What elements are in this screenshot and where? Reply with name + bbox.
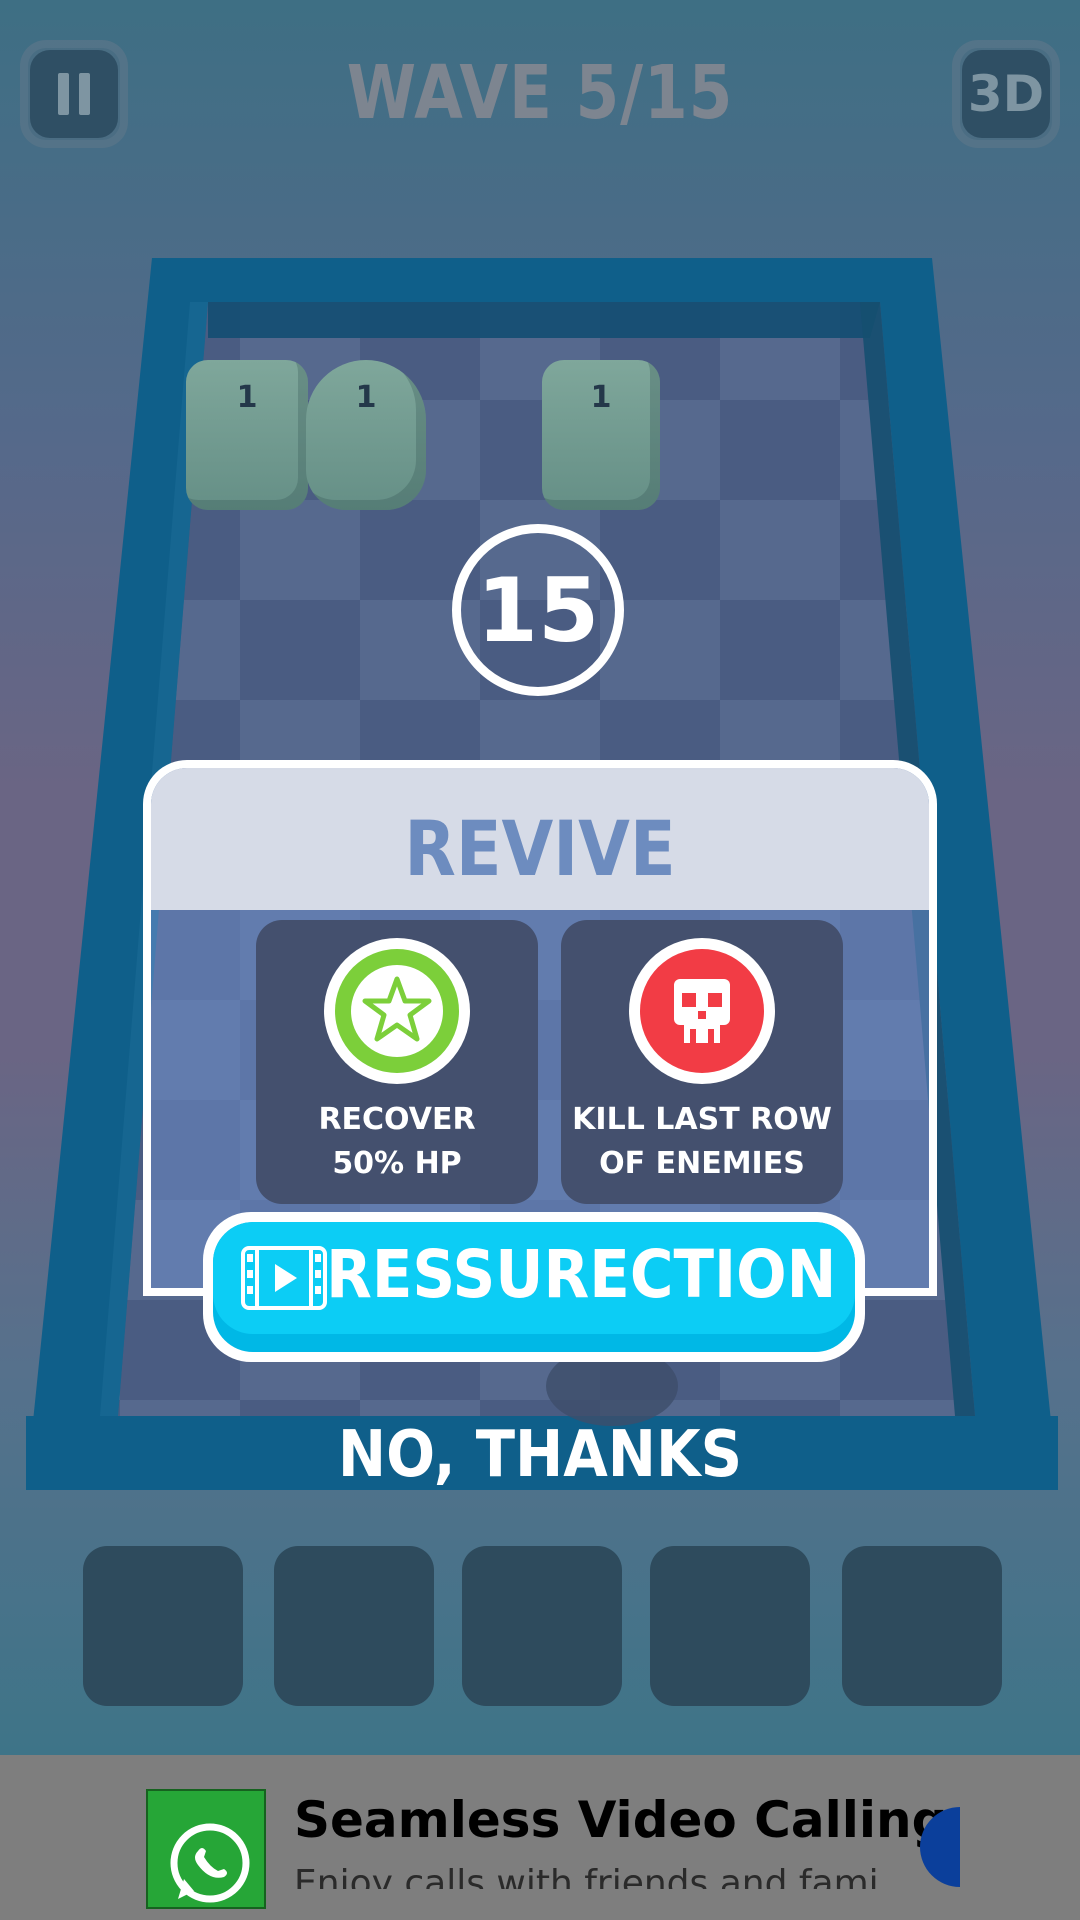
enemy-block: 1 bbox=[306, 360, 426, 510]
ad-banner[interactable]: Seamless Video Calling Enjoy calls with … bbox=[0, 1755, 1080, 1920]
inventory-slot[interactable] bbox=[83, 1546, 243, 1706]
wave-counter: WAVE 5/15 bbox=[346, 50, 734, 136]
inventory-slot[interactable] bbox=[842, 1546, 1002, 1706]
ad-title: Seamless Video Calling bbox=[294, 1791, 948, 1849]
no-thanks-button[interactable]: NO, THANKS bbox=[54, 1418, 1026, 1492]
view-toggle-label: 3D bbox=[962, 50, 1050, 138]
skull-badge bbox=[629, 938, 775, 1084]
revive-title: REVIVE bbox=[404, 804, 676, 893]
star-icon bbox=[335, 949, 459, 1073]
enemy-hp: 1 bbox=[355, 380, 377, 415]
option-label: RECOVER bbox=[318, 1102, 476, 1137]
option-label: OF ENEMIES bbox=[599, 1146, 805, 1181]
option-label: 50% HP bbox=[332, 1146, 462, 1181]
resurrection-label: RESSURECTION bbox=[326, 1236, 837, 1313]
view-toggle-button[interactable]: 3D bbox=[952, 40, 1060, 148]
whatsapp-icon bbox=[146, 1789, 266, 1909]
inventory-slot[interactable] bbox=[650, 1546, 810, 1706]
enemy-hp: 1 bbox=[236, 380, 258, 415]
revive-option-kill-row: KILL LAST ROW OF ENEMIES bbox=[561, 920, 843, 1204]
skull-icon bbox=[640, 949, 764, 1073]
inventory-slot[interactable] bbox=[462, 1546, 622, 1706]
option-label: KILL LAST ROW bbox=[572, 1102, 832, 1137]
star-badge bbox=[324, 938, 470, 1084]
ad-subtitle: Enjoy calls with friends and fami bbox=[294, 1863, 879, 1889]
revive-option-recover: RECOVER 50% HP bbox=[256, 920, 538, 1204]
enemy-hp: 1 bbox=[590, 380, 612, 415]
enemy-block: 1 bbox=[186, 360, 308, 510]
ad-cta-icon[interactable] bbox=[920, 1807, 960, 1887]
inventory-slot[interactable] bbox=[274, 1546, 434, 1706]
resurrection-button[interactable]: RESSURECTION bbox=[203, 1212, 865, 1362]
enemy-block: 1 bbox=[542, 360, 660, 510]
revive-countdown: 15 bbox=[452, 524, 624, 696]
